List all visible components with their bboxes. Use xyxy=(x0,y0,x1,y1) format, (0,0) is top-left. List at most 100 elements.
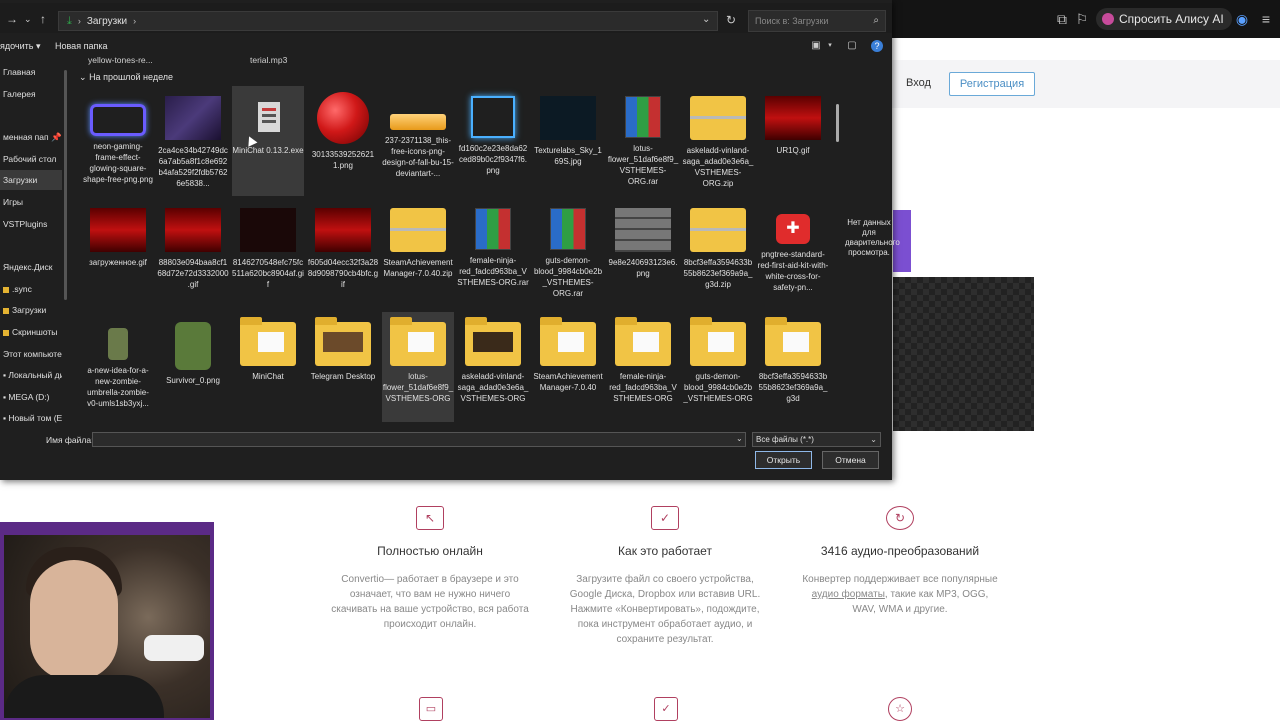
file-item[interactable]: Telegram Desktop xyxy=(307,312,379,422)
file-name: guts-demon-blood_9984cb0e2b_VSTHEMES-ORG xyxy=(683,372,753,403)
history-chevron-icon[interactable]: ⌄ xyxy=(24,13,32,25)
bookmark-icon[interactable]: ⚐ xyxy=(1074,11,1090,27)
extension-icon[interactable]: ◉ xyxy=(1234,11,1250,27)
file-item[interactable]: f605d04ecc32f3a288d9098790cb4bfc.gif xyxy=(307,198,379,308)
menu-icon[interactable]: ≡ xyxy=(1258,11,1274,27)
folder-icon xyxy=(3,329,9,336)
sidebar-item-this-pc[interactable]: Этот компьюте xyxy=(0,344,62,364)
file-open-dialog: → ⌄ ↑ ⤓ › Загрузки › ⌄ ↻ Поиск в: Загруз… xyxy=(0,0,900,480)
address-dropdown-icon[interactable]: ⌄ xyxy=(702,14,710,25)
file-item[interactable]: SteamAchievementManager-7.0.40.zip xyxy=(382,198,454,308)
register-button[interactable]: Регистрация xyxy=(949,72,1035,96)
file-item[interactable]: neon-gaming-frame-effect-glowing-square-… xyxy=(82,86,154,196)
file-item[interactable]: guts-demon-blood_9984cb0e2b_VSTHEMES-ORG… xyxy=(532,198,604,308)
view-mode-icon[interactable]: ▣ xyxy=(810,40,822,52)
file-thumbnail xyxy=(315,208,371,252)
sidebar-item-screenshots[interactable]: Скриншоты xyxy=(0,322,62,342)
filename-input[interactable] xyxy=(92,432,746,447)
sidebar-item-gallery[interactable]: Галерея xyxy=(0,84,62,104)
copy-icon[interactable]: ⧉ xyxy=(1054,11,1070,27)
up-icon[interactable]: ↑ xyxy=(40,13,46,25)
file-name: UR1Q.gif xyxy=(776,146,810,155)
sidebar-item-home[interactable]: Главная xyxy=(0,62,62,82)
file-item[interactable]: MiniChat xyxy=(232,312,304,422)
file-item[interactable]: ✚ pngtree-standard-red-first-aid-kit-with… xyxy=(757,198,829,308)
help-icon[interactable]: ? xyxy=(871,40,883,52)
file-item[interactable]: female-ninja-red_fadcd963ba_VSTHEMES-ORG… xyxy=(457,198,529,308)
file-name: askeladd-vinland-saga_adad0e3e6a_VSTHEME… xyxy=(682,146,754,188)
partial-file-label[interactable]: terial.mp3 xyxy=(250,55,287,65)
file-item[interactable]: askeladd-vinland-saga_adad0e3e6a_VSTHEME… xyxy=(457,312,529,422)
cursor-icon: ↖ xyxy=(416,506,444,530)
file-thumbnail xyxy=(615,208,671,252)
file-item[interactable]: 88803e094baa8cf168d72e72d3332000.gif xyxy=(157,198,229,308)
file-item[interactable]: guts-demon-blood_9984cb0e2b_VSTHEMES-ORG xyxy=(682,312,754,422)
file-item[interactable]: a-new-idea-for-a-new-zombie-umbrella-zom… xyxy=(82,312,154,422)
file-type-value: Все файлы (*.*) xyxy=(756,435,814,444)
file-thumbnail xyxy=(540,96,596,140)
file-name: MiniChat xyxy=(252,372,284,381)
file-name: MiniChat 0.13.2.exe xyxy=(232,146,304,155)
file-item[interactable]: lotus-flower_51daf6e8f9_VSTHEMES-ORG.rar xyxy=(607,86,679,196)
file-item[interactable]: 8bcf3effa3594633b55b8623ef369a9a_g3d xyxy=(757,312,829,422)
sidebar-item-sync[interactable]: .sync xyxy=(0,279,62,299)
sidebar-item-removable[interactable]: менная пап 📌 xyxy=(0,127,62,147)
new-folder-button[interactable]: Новая папка xyxy=(55,41,107,51)
navigation-pane: Главная Галерея менная пап 📌 Рабочий сто… xyxy=(0,62,70,423)
file-item[interactable]: 8146270548efc75fc511a620bc8904af.gif xyxy=(232,198,304,308)
feature-online: ↖ Полностью онлайн Convertio— работает в… xyxy=(330,506,530,632)
sidebar-item-new-volume[interactable]: ▪ Новый том (E xyxy=(0,408,62,428)
login-link[interactable]: Вход xyxy=(906,77,931,89)
file-thumbnail: ✚ xyxy=(776,214,810,244)
file-item[interactable]: 30133539252621 1.png xyxy=(307,86,379,196)
file-thumbnail xyxy=(165,208,221,252)
file-type-select[interactable]: Все файлы (*.*) ⌄ xyxy=(752,432,881,447)
address-bar[interactable]: ⤓ › Загрузки › xyxy=(58,11,718,31)
forward-icon[interactable]: → xyxy=(6,13,18,25)
file-item[interactable]: 9e8e240693123e6.png xyxy=(607,198,679,308)
preview-pane-icon[interactable]: ▢ xyxy=(846,40,858,52)
file-item[interactable]: 237-2371138_this-free-icons-png-design-o… xyxy=(382,86,454,196)
ask-alice-button[interactable]: Спросить Алису AI xyxy=(1096,8,1232,30)
cancel-button[interactable]: Отмена xyxy=(822,451,879,469)
file-item[interactable]: SteamAchievementManager-7.0.40 xyxy=(532,312,604,422)
group-header-last-week[interactable]: ⌄ На прошлой неделе xyxy=(79,72,173,83)
sidebar-scrollbar[interactable] xyxy=(64,70,67,300)
sidebar-item-desktop[interactable]: Рабочий стол xyxy=(0,149,62,169)
organize-button[interactable]: ядочить ▾ xyxy=(0,41,40,52)
file-thumbnail xyxy=(90,208,146,252)
file-item[interactable]: lotus-flower_51daf6e8f9_VSTHEMES-ORG xyxy=(382,312,454,422)
partial-file-label[interactable]: yellow-tones-re... xyxy=(88,55,153,65)
sidebar-item-local-disk[interactable]: ▪ Локальный ди xyxy=(0,365,62,385)
file-item[interactable]: askeladd-vinland-saga_adad0e3e6a_VSTHEME… xyxy=(682,86,754,196)
open-button[interactable]: Открыть xyxy=(755,451,812,469)
search-input[interactable]: Поиск в: Загрузки ⌕ xyxy=(748,10,886,32)
file-item[interactable]: fd160c2e23e8da62ced89b0c2f9347f6.png xyxy=(457,86,529,196)
content-scrollbar[interactable] xyxy=(836,104,839,142)
file-item[interactable]: 2ca4ce34b42749dc6a7ab5a8f1c8e692b4afa529… xyxy=(157,86,229,196)
file-item[interactable]: MiniChat 0.13.2.exe xyxy=(232,86,304,196)
file-thumbnail xyxy=(690,96,746,140)
file-item[interactable]: загруженное.gif xyxy=(82,198,154,308)
breadcrumb-chevron-icon[interactable]: › xyxy=(133,16,136,26)
sidebar-item-downloads[interactable]: Загрузки xyxy=(0,170,62,190)
sidebar-item-mega[interactable]: ▪ MEGA (D:) xyxy=(0,387,62,407)
file-item[interactable]: Survivor_0.png xyxy=(157,312,229,422)
search-icon[interactable]: ⌕ xyxy=(873,11,879,31)
sidebar-item-games[interactable]: Игры xyxy=(0,192,62,212)
file-item[interactable]: Texturelabs_Sky_169S.jpg xyxy=(532,86,604,196)
sidebar-item-downloads-yd[interactable]: Загрузки xyxy=(0,300,62,320)
file-item[interactable]: 8bcf3effa3594633b55b8623ef369a9a_g3d.zip xyxy=(682,198,754,308)
refresh-icon[interactable]: ↻ xyxy=(723,12,739,28)
sidebar-item-vstplugins[interactable]: VSTPlugins xyxy=(0,214,62,234)
folder-icon xyxy=(690,317,746,366)
sidebar-item-yandex-disk[interactable]: Яндекс.Диск xyxy=(0,257,62,277)
file-item[interactable]: UR1Q.gif xyxy=(757,86,829,196)
view-dropdown-icon[interactable]: ▾ xyxy=(824,40,836,52)
feature-how-it-works: ✓ Как это работает Загрузите файл со сво… xyxy=(565,506,765,647)
filename-dropdown-icon[interactable]: ⌄ xyxy=(736,434,743,443)
audio-formats-link[interactable]: аудио форматы xyxy=(812,589,885,600)
feature-text: Convertio— работает в браузере и это озн… xyxy=(331,574,529,630)
file-item[interactable]: female-ninja-red_fadcd963ba_VSTHEMES-ORG xyxy=(607,312,679,422)
file-thumbnail xyxy=(175,322,211,370)
